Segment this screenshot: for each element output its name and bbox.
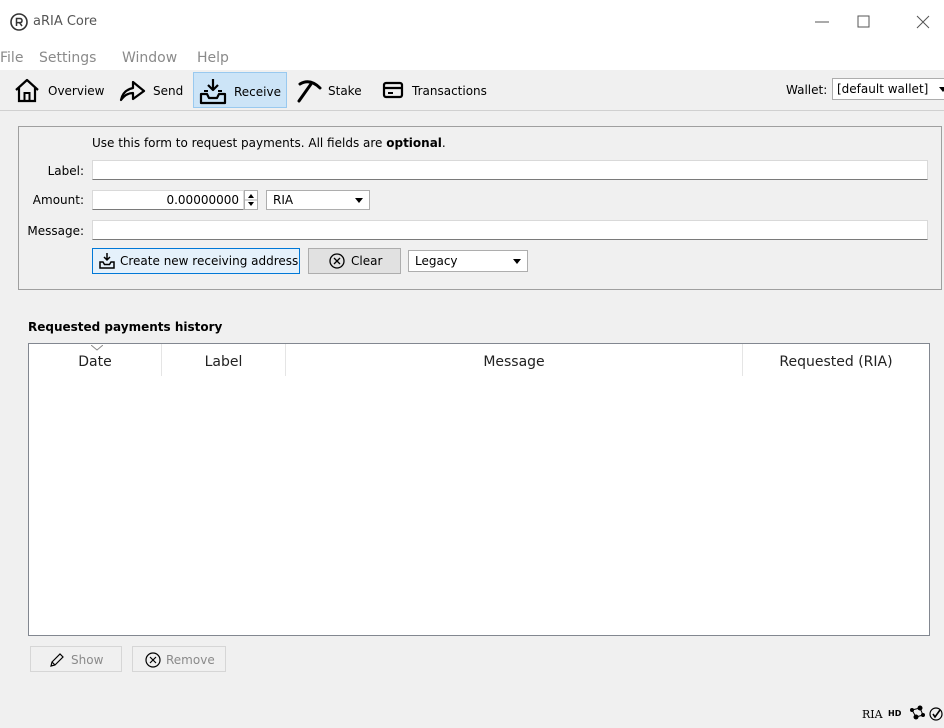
remove-icon [145, 652, 161, 668]
unit-select[interactable]: RIA [266, 190, 370, 210]
maximize-button[interactable] [844, 6, 888, 38]
message-input[interactable] [92, 220, 928, 240]
wallet-label: Wallet: [786, 83, 828, 97]
title-bar: aRIA Core [0, 0, 944, 44]
address-type-select[interactable]: Legacy [408, 250, 528, 272]
intro-text-bold: optional [386, 136, 442, 150]
tab-stake-label: Stake [328, 84, 362, 98]
column-header-requested[interactable]: Requested (RIA) [743, 344, 929, 376]
amount-field-label: Amount: [32, 193, 84, 207]
history-table[interactable]: Date Label Message Requested (RIA) [28, 343, 930, 636]
tab-send[interactable]: Send [113, 72, 191, 108]
home-icon [12, 76, 42, 104]
clear-label: Clear [351, 254, 383, 268]
wallet-select-value: [default wallet] [837, 82, 929, 96]
tab-overview[interactable]: Overview [8, 72, 108, 108]
window-title: aRIA Core [33, 14, 97, 29]
wallet-select[interactable]: [default wallet] [832, 78, 944, 100]
pickaxe-icon [294, 76, 324, 104]
tab-send-label: Send [153, 84, 184, 98]
tab-transactions[interactable]: Transactions [374, 72, 498, 108]
menu-file[interactable]: File [0, 50, 23, 66]
remove-button[interactable]: Remove [132, 646, 226, 672]
history-title: Requested payments history [28, 320, 223, 334]
column-header-message[interactable]: Message [286, 344, 743, 376]
intro-text-prefix: Use this form to request payments. All f… [92, 136, 387, 150]
tab-stake[interactable]: Stake [290, 72, 370, 108]
sync-check-icon[interactable] [928, 706, 944, 722]
label-field-label: Label: [47, 164, 84, 178]
column-header-label[interactable]: Label [162, 344, 286, 376]
column-header-date-label: Date [78, 354, 112, 370]
close-button[interactable] [900, 6, 944, 38]
form-intro-text: Use this form to request payments. All f… [92, 136, 446, 150]
sort-chevron-icon [91, 345, 103, 351]
chevron-down-icon [355, 198, 363, 203]
intro-text-suffix: . [441, 136, 446, 150]
network-icon[interactable] [908, 704, 928, 724]
menu-settings[interactable]: Settings [39, 50, 96, 66]
menu-help[interactable]: Help [197, 50, 229, 66]
amount-stepper[interactable] [244, 190, 258, 210]
tab-transactions-label: Transactions [412, 84, 487, 98]
menu-window[interactable]: Window [122, 50, 177, 66]
amount-input[interactable]: 0.00000000 [92, 190, 244, 210]
tab-overview-label: Overview [48, 84, 105, 98]
clear-icon [329, 253, 345, 269]
receive-icon [98, 252, 116, 270]
label-input[interactable] [92, 160, 928, 180]
card-icon [378, 76, 408, 104]
show-button[interactable]: Show [30, 646, 122, 672]
status-unit: RIA [862, 708, 883, 721]
column-header-date[interactable]: Date [29, 344, 162, 376]
app-logo-icon [10, 13, 28, 31]
chevron-down-icon [513, 259, 521, 264]
message-field-label: Message: [27, 224, 84, 238]
column-header-requested-label: Requested (RIA) [779, 354, 893, 370]
chevron-down-icon [939, 87, 944, 92]
minimize-button[interactable] [802, 6, 846, 38]
toolbar: Overview Send Receive Stake Transactions… [0, 70, 944, 111]
amount-value: 0.00000000 [166, 193, 239, 207]
menu-bar: File Settings Window Help [0, 44, 944, 70]
status-hd-badge: HD [888, 709, 902, 718]
pencil-icon [49, 652, 65, 668]
column-header-label-label: Label [204, 354, 243, 370]
clear-button[interactable]: Clear [308, 248, 401, 274]
unit-select-value: RIA [273, 193, 294, 207]
tab-receive[interactable]: Receive [193, 72, 287, 108]
column-header-message-label: Message [483, 354, 545, 370]
send-icon [117, 76, 147, 104]
remove-label: Remove [166, 653, 215, 667]
tab-receive-label: Receive [234, 85, 281, 99]
show-label: Show [71, 653, 104, 667]
receive-icon [198, 77, 228, 105]
create-address-button[interactable]: Create new receiving address [92, 248, 300, 274]
create-address-label: Create new receiving address [120, 254, 299, 268]
address-type-value: Legacy [415, 254, 458, 268]
